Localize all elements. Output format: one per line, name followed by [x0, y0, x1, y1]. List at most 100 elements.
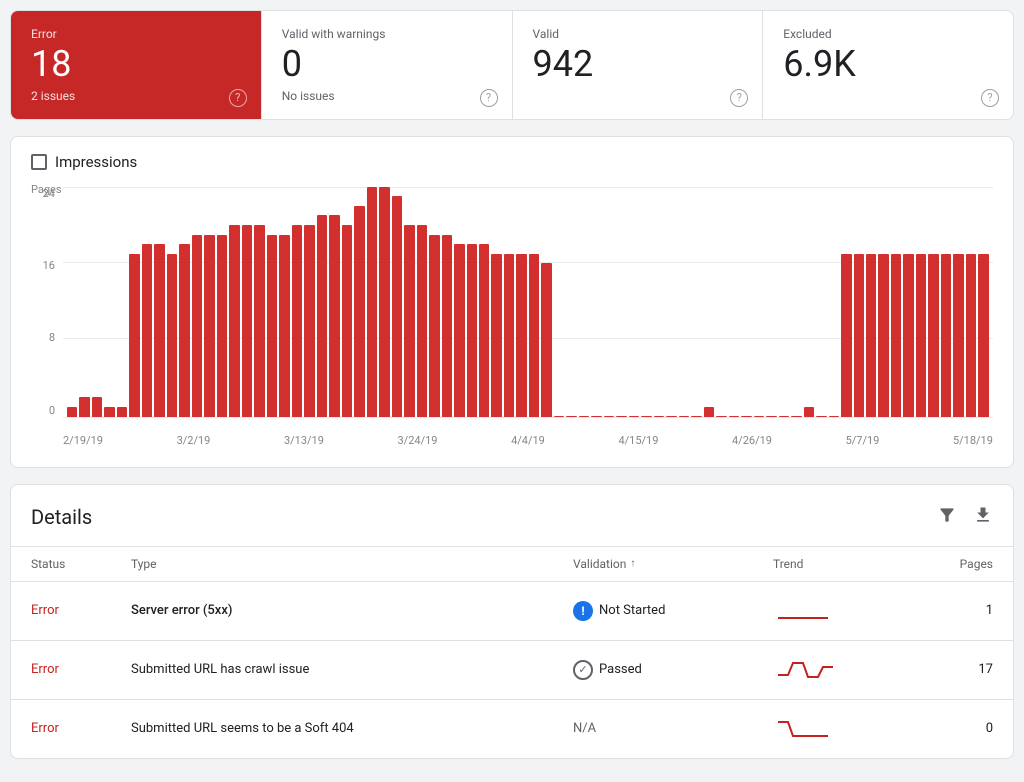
- error-label: Error: [31, 27, 241, 41]
- error-help-icon[interactable]: ?: [229, 89, 247, 107]
- bar-29: [429, 235, 439, 417]
- bar-31: [454, 244, 464, 417]
- bar-42: [591, 416, 601, 417]
- bar-19: [304, 225, 314, 417]
- bar-56: [766, 416, 776, 417]
- bar-21: [329, 215, 339, 416]
- excluded-help-icon[interactable]: ?: [981, 89, 999, 107]
- bar-18: [292, 225, 302, 417]
- row1-trend: [773, 596, 913, 626]
- bar-60: [816, 416, 826, 417]
- col-pages: Pages: [913, 557, 993, 571]
- sort-arrow-icon: ↑: [630, 558, 635, 569]
- bar-61: [829, 416, 839, 417]
- bar-27: [404, 225, 414, 417]
- row1-pages: 1: [913, 603, 993, 618]
- valid-value: 942: [533, 45, 743, 85]
- y-label-24: 24: [43, 187, 59, 200]
- x-label-7: 4/26/19: [732, 434, 772, 447]
- warnings-sub: No issues: [282, 89, 492, 103]
- chart-area: Pages 24 16 8 0 2/: [31, 187, 993, 447]
- warnings-label: Valid with warnings: [282, 27, 492, 41]
- x-label-1: 2/19/19: [63, 434, 103, 447]
- bar-72: [966, 254, 976, 417]
- details-actions: [937, 505, 993, 530]
- bar-4: [117, 407, 127, 417]
- row3-validation-label: N/A: [573, 721, 596, 736]
- bar-41: [579, 416, 589, 417]
- warnings-value: 0: [282, 45, 492, 85]
- download-icon[interactable]: [973, 505, 993, 530]
- row1-validation: ! Not Started: [573, 601, 773, 621]
- bar-33: [479, 244, 489, 417]
- bar-46: [641, 416, 651, 417]
- bars-container: [63, 187, 993, 417]
- row2-validation: ✓ Passed: [573, 660, 773, 680]
- row2-status: Error: [31, 662, 131, 677]
- chart-card: Impressions Pages 24 16 8 0: [10, 136, 1014, 468]
- bar-40: [566, 416, 576, 417]
- bar-1: [79, 397, 89, 416]
- impressions-label: Impressions: [55, 153, 137, 171]
- x-label-3: 3/13/19: [284, 434, 324, 447]
- col-trend: Trend: [773, 557, 913, 571]
- bar-37: [529, 254, 539, 417]
- bar-44: [616, 416, 626, 417]
- bar-2: [92, 397, 102, 416]
- bar-43: [604, 416, 614, 417]
- impressions-checkbox-label[interactable]: Impressions: [31, 153, 137, 171]
- details-card: Details Status Type Validation ↑ Trend P…: [10, 484, 1014, 759]
- bar-16: [267, 235, 277, 417]
- bar-47: [654, 416, 664, 417]
- bar-35: [504, 254, 514, 417]
- bar-51: [704, 407, 714, 417]
- bar-26: [392, 196, 402, 416]
- bar-9: [179, 244, 189, 417]
- excluded-stat-block: Excluded 6.9K ?: [763, 11, 1013, 119]
- x-label-2: 3/2/19: [177, 434, 211, 447]
- bar-17: [279, 235, 289, 417]
- col-validation[interactable]: Validation ↑: [573, 557, 773, 571]
- bar-39: [554, 416, 564, 417]
- error-value: 18: [31, 45, 241, 85]
- bar-12: [217, 235, 227, 417]
- bar-53: [729, 416, 739, 417]
- passed-icon: ✓: [573, 660, 593, 680]
- bar-28: [417, 225, 427, 417]
- x-label-6: 4/15/19: [618, 434, 658, 447]
- bar-0: [67, 407, 77, 417]
- bar-38: [541, 263, 551, 416]
- bar-24: [367, 187, 377, 417]
- row1-status: Error: [31, 603, 131, 618]
- y-label-16: 16: [43, 259, 59, 272]
- table-row: Error Submitted URL has crawl issue ✓ Pa…: [11, 641, 1013, 700]
- impressions-checkbox[interactable]: [31, 154, 47, 170]
- bar-14: [242, 225, 252, 417]
- table-row: Error Submitted URL seems to be a Soft 4…: [11, 700, 1013, 758]
- bar-34: [491, 254, 501, 417]
- bar-65: [878, 254, 888, 417]
- warnings-help-icon[interactable]: ?: [480, 89, 498, 107]
- x-axis-labels: 2/19/19 3/2/19 3/13/19 3/24/19 4/4/19 4/…: [63, 423, 993, 447]
- warnings-stat-block: Valid with warnings 0 No issues ?: [262, 11, 513, 119]
- bar-36: [516, 254, 526, 417]
- filter-icon[interactable]: [937, 505, 957, 530]
- bar-20: [317, 215, 327, 416]
- bar-5: [129, 254, 139, 417]
- details-title: Details: [31, 505, 92, 529]
- error-stat-block: Error 18 2 issues ?: [11, 11, 262, 119]
- row2-pages: 17: [913, 662, 993, 677]
- excluded-label: Excluded: [783, 27, 993, 41]
- bar-10: [192, 235, 202, 417]
- row3-type: Submitted URL seems to be a Soft 404: [131, 721, 573, 736]
- bar-71: [953, 254, 963, 417]
- col-status: Status: [31, 557, 131, 571]
- bar-15: [254, 225, 264, 417]
- col-type: Type: [131, 557, 573, 571]
- valid-help-icon[interactable]: ?: [730, 89, 748, 107]
- details-header: Details: [11, 485, 1013, 547]
- bar-69: [928, 254, 938, 417]
- bar-52: [716, 416, 726, 417]
- bar-63: [854, 254, 864, 417]
- row3-trend: [773, 714, 913, 744]
